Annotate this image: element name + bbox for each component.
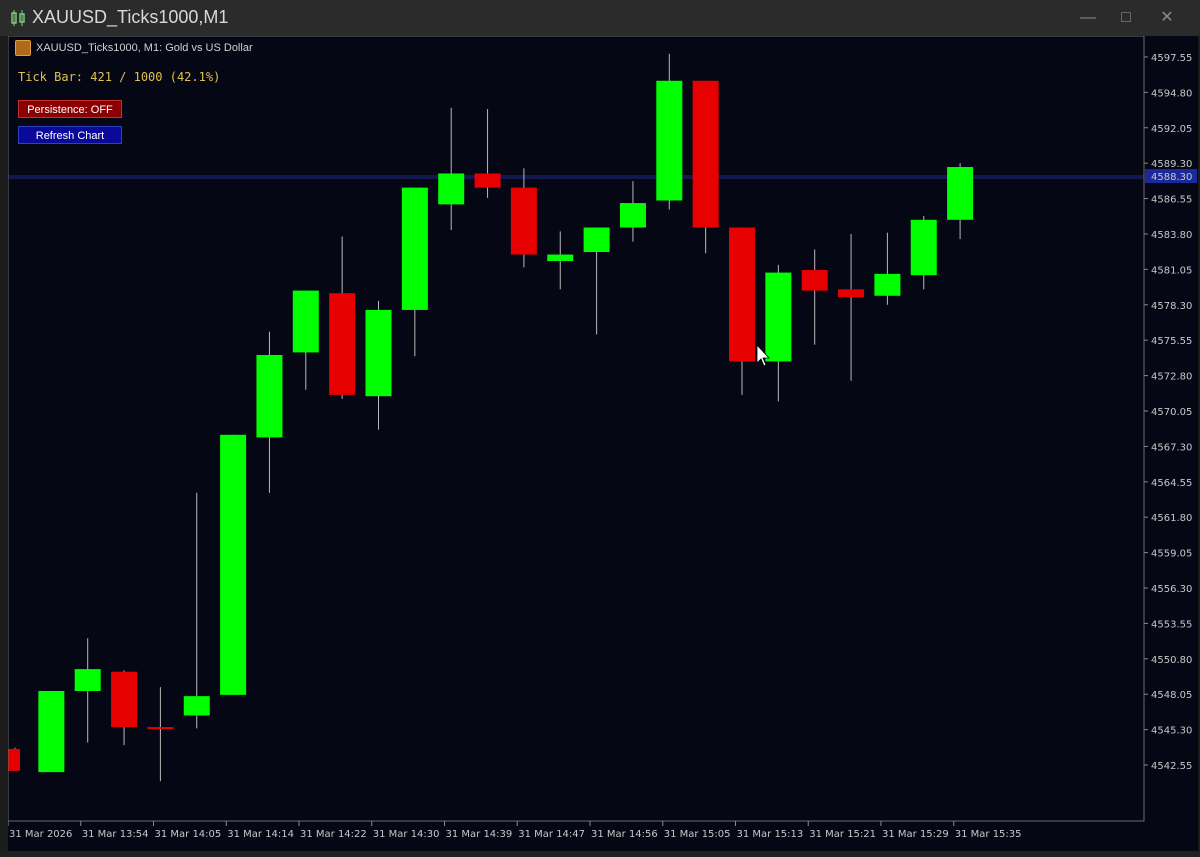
candle-body[interactable]	[183, 696, 210, 716]
x-tick-label: 31 Mar 15:05	[664, 829, 731, 840]
candle-body[interactable]	[910, 219, 937, 276]
candle-body[interactable]	[74, 669, 101, 692]
y-tick-label: 4553.55	[1151, 619, 1192, 630]
x-tick-label: 31 Mar 14:56	[591, 829, 658, 840]
y-tick-label: 4581.05	[1151, 265, 1192, 276]
x-tick-label: 31 Mar 15:13	[737, 829, 804, 840]
window-titlebar: XAUUSD_Ticks1000,M1 — □ ✕	[0, 0, 1200, 36]
candlestick-chart-icon	[11, 10, 25, 26]
y-tick-label: 4586.55	[1151, 195, 1192, 206]
x-tick-label: 31 Mar 14:14	[227, 829, 294, 840]
y-tick-label: 4570.05	[1151, 407, 1192, 418]
maximize-icon[interactable]: □	[1112, 6, 1140, 30]
candle-body[interactable]	[947, 167, 974, 220]
y-tick-label: 4597.55	[1151, 53, 1192, 64]
candle-body[interactable]	[838, 289, 865, 298]
minimize-icon[interactable]: —	[1074, 6, 1102, 30]
y-tick-label: 4572.80	[1151, 372, 1192, 383]
y-tick-label: 4548.05	[1151, 690, 1192, 701]
candle-body[interactable]	[874, 273, 901, 296]
y-tick-label: 4545.30	[1151, 726, 1192, 737]
y-tick-label: 4542.55	[1151, 761, 1192, 772]
candle-body[interactable]	[619, 203, 646, 228]
x-tick-label: 31 Mar 14:47	[518, 829, 585, 840]
candle-body[interactable]	[474, 173, 501, 188]
y-tick-label: 4575.55	[1151, 336, 1192, 347]
y-tick-label: 4594.80	[1151, 88, 1192, 99]
candle-body[interactable]	[729, 227, 755, 362]
chart-header: XAUUSD_Ticks1000, M1: Gold vs US Dollar	[36, 42, 253, 54]
y-tick-label: 4592.05	[1151, 124, 1192, 135]
candle-body[interactable]	[438, 173, 465, 205]
current-price-label: 4588.30	[1151, 172, 1192, 183]
candle-body[interactable]	[765, 272, 792, 362]
y-tick-label: 4589.30	[1151, 159, 1192, 170]
candle-body[interactable]	[365, 309, 392, 397]
candle-body[interactable]	[111, 671, 138, 728]
x-tick-label: 31 Mar 14:05	[155, 829, 222, 840]
refresh-chart-button[interactable]: Refresh Chart	[18, 126, 122, 144]
status-strip	[0, 851, 1200, 857]
x-tick-label: 31 Mar 14:39	[446, 829, 513, 840]
plot-border	[8, 36, 1145, 822]
chart-area[interactable]: 4597.55 4594.80 4592.05 4589.30 4586.55 4583.…	[8, 36, 1198, 851]
candle-body[interactable]	[329, 293, 356, 395]
candle-body[interactable]	[292, 290, 319, 353]
candle-body[interactable]	[583, 227, 610, 252]
y-tick-label: 4567.30	[1151, 442, 1192, 453]
candle-body[interactable]	[8, 748, 20, 771]
x-tick-label: 31 Mar 15:35	[955, 829, 1022, 840]
x-tick-label: 31 Mar 15:21	[809, 829, 876, 840]
x-tick-label: 31 Mar 15:29	[882, 829, 949, 840]
x-tick-label: 31 Mar 14:22	[300, 829, 367, 840]
x-tick-label: 31 Mar 13:54	[82, 829, 149, 840]
x-tick-label: 31 Mar 14:30	[373, 829, 440, 840]
x-tick-label: 31 Mar 2026	[9, 829, 72, 840]
candle-body[interactable]	[692, 80, 719, 228]
candle-body[interactable]	[401, 187, 428, 310]
y-tick-label: 4559.05	[1151, 549, 1192, 560]
candle-body[interactable]	[656, 80, 683, 201]
y-tick-label: 4564.55	[1151, 478, 1192, 489]
y-tick-label: 4550.80	[1151, 655, 1192, 666]
window-title: XAUUSD_Ticks1000,M1	[32, 7, 229, 27]
candlestick-chart[interactable]: 4597.55 4594.80 4592.05 4589.30 4586.55 4583.…	[8, 36, 1198, 851]
dollar-symbol-icon	[15, 40, 31, 56]
candle-body[interactable]	[38, 691, 65, 773]
candle-body[interactable]	[220, 434, 247, 695]
y-tick-label: 4578.30	[1151, 301, 1192, 312]
y-tick-label: 4556.30	[1151, 584, 1192, 595]
candle-body[interactable]	[256, 354, 283, 438]
persistence-button[interactable]: Persistence: OFF	[18, 100, 122, 118]
candle-body[interactable]	[510, 187, 537, 255]
y-tick-label: 4561.80	[1151, 513, 1192, 524]
candle-body[interactable]	[147, 727, 174, 730]
candle-body[interactable]	[801, 270, 828, 291]
tick-bar-status: Tick Bar: 421 / 1000 (42.1%)	[18, 70, 221, 84]
close-icon[interactable]: ✕	[1153, 6, 1181, 30]
y-tick-label: 4583.80	[1151, 230, 1192, 241]
candle-body[interactable]	[547, 254, 574, 262]
